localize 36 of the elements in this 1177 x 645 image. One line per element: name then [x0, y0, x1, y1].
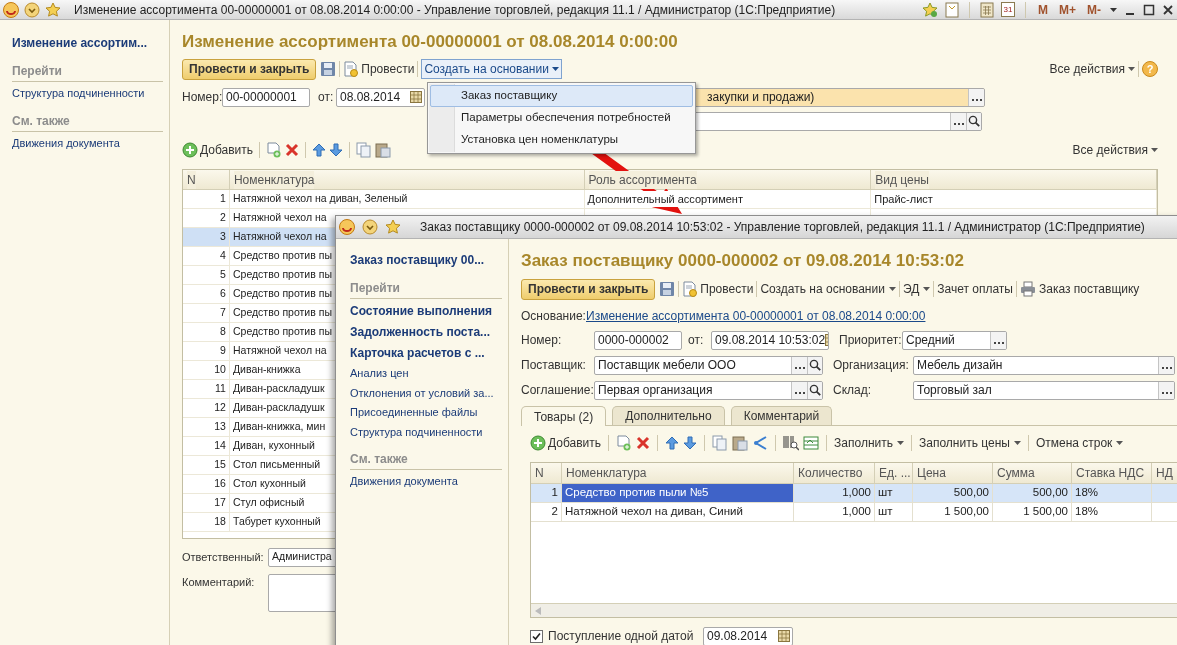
field-label: Соглашение:: [521, 382, 594, 399]
checkbox-label: Поступление одной датой: [548, 628, 695, 645]
document-heading: Изменение ассортимента 00-00000001 от 08.08.2014 0:00:00: [182, 31, 679, 51]
field-label: Ответственный:: [182, 549, 265, 565]
table-cell-text: 18%: [1075, 504, 1099, 520]
field-label: от:: [688, 332, 705, 349]
field-label: Основание:: [521, 308, 586, 325]
table-cell: Дополнительный ассортимент: [587, 190, 743, 208]
field-label: от:: [318, 89, 335, 106]
field-label: Склад:: [833, 382, 873, 399]
table-cell-text: 1 500,00: [1023, 504, 1068, 520]
sidebar-section-heading: См. также: [12, 111, 163, 132]
field-label: Поставщик:: [521, 357, 587, 374]
sidebar-section-heading: Перейти: [350, 279, 502, 299]
field-label: Номер:: [182, 89, 222, 106]
window-title: Заказ поставщику 0000-000002 от 09.08.2014 10:53:02 - Управление торговлей, редакция 11.1 / Администратор (1С:Предприятие): [420, 219, 1145, 236]
table-cell-text: шт: [878, 485, 893, 501]
sidebar-section-heading: См. также: [350, 450, 502, 470]
field-label: Организация:: [833, 357, 910, 374]
table-cell-text: 1,000: [842, 485, 871, 501]
table-cell-text: Натяжной чехол на диван, Синий: [565, 504, 743, 520]
table-cell-text: 18%: [1075, 485, 1099, 501]
table-cell-text: 500,00: [953, 485, 989, 501]
table-cell-text: 2: [551, 504, 558, 520]
sidebar-section-heading: Перейти: [12, 62, 163, 82]
table-cell-text: 1,000: [842, 504, 871, 520]
field-label: Комментарий:: [182, 575, 256, 590]
table-cell-text: шт: [878, 504, 893, 520]
table-cell-text: 500,00: [1032, 485, 1068, 501]
table-cell-text: Средство против пыли №5: [565, 485, 709, 501]
window-title: Изменение ассортимента 00-00000001 от 08.08.2014 0:00:00 - Управление торговлей, редакция 11.1 / Администратор (1С:Предприятие): [74, 1, 836, 19]
table-cell-text: 1 500,00: [944, 504, 989, 520]
table-cell-text: 1: [551, 485, 558, 501]
field-label: Номер:: [521, 332, 563, 349]
field-label: Приоритет:: [839, 332, 902, 349]
document-heading: Заказ поставщику 0000-000002 от 09.08.2014 10:53:02: [521, 250, 965, 270]
